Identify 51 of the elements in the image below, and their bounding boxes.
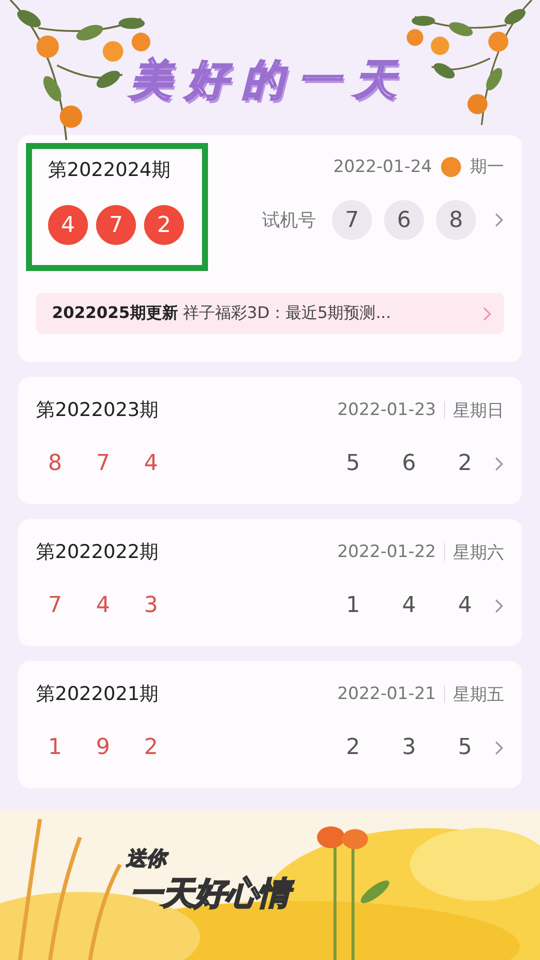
- trial-number: 2: [457, 451, 473, 476]
- winning-number: 4: [95, 593, 111, 618]
- winning-ball: 7: [96, 205, 136, 245]
- trial-number: 4: [401, 593, 417, 618]
- chevron-icon: [494, 212, 504, 228]
- weekday: 星期日: [453, 400, 504, 422]
- draw-card[interactable]: 第2022021期 2022-01-21 星期五 1 9 2 2 3 5: [18, 661, 522, 788]
- notice-text: 2022025期更新 祥子福彩3D：最近5期预测...: [52, 303, 391, 324]
- weekday: 星期五: [453, 684, 504, 706]
- winning-number: 3: [143, 593, 159, 618]
- issue-number: 第2022021期: [36, 682, 159, 707]
- weekday: 期一: [470, 156, 504, 178]
- trial-number: 6: [401, 451, 417, 476]
- draw-date: 2022-01-23: [337, 400, 436, 420]
- winning-ball: 2: [144, 205, 184, 245]
- trial-number: 5: [457, 735, 473, 760]
- draw-card[interactable]: 第2022022期 2022-01-22 星期六 7 4 3 1 4 4: [18, 519, 522, 646]
- winning-number: 8: [47, 451, 63, 476]
- trial-number: 5: [345, 451, 361, 476]
- issue-number: 第2022024期: [48, 158, 172, 183]
- winning-number: 7: [95, 451, 111, 476]
- draw-card[interactable]: 第2022024期 4 7 2 2022-01-24 期一 试机号 7 6 8 2022025期更新 祥子福彩3D：最近5期预测...: [18, 135, 522, 362]
- trial-number: 2: [345, 735, 361, 760]
- draw-card[interactable]: 第2022023期 2022-01-23 星期日 8 7 4 5 6 2: [18, 377, 522, 504]
- issue-number: 第2022022期: [36, 540, 159, 565]
- chevron-icon: [482, 306, 492, 322]
- trial-ball: 8: [436, 200, 476, 240]
- trial-number: 1: [345, 593, 361, 618]
- winning-number: 1: [47, 735, 63, 760]
- chevron-icon: [494, 598, 504, 614]
- draw-date: 2022-01-21: [337, 684, 436, 704]
- trial-label: 试机号: [262, 209, 316, 232]
- winning-number: 4: [143, 451, 159, 476]
- header-title: 美好的一天: [130, 54, 410, 106]
- winning-number: 7: [47, 593, 63, 618]
- trial-ball: 7: [332, 200, 372, 240]
- weekday: 星期六: [453, 542, 504, 564]
- fruit-icon: [440, 156, 462, 178]
- winning-number: 9: [95, 735, 111, 760]
- chevron-icon: [494, 740, 504, 756]
- winning-number: 2: [143, 735, 159, 760]
- trial-ball: 6: [384, 200, 424, 240]
- draw-date: 2022-01-24: [333, 156, 432, 176]
- overlay-caption: 送你: [126, 845, 290, 872]
- winning-ball: 4: [48, 205, 88, 245]
- trial-number: 4: [457, 593, 473, 618]
- draw-date: 2022-01-22: [337, 542, 436, 562]
- issue-number: 第2022023期: [36, 398, 159, 423]
- update-notice[interactable]: 2022025期更新 祥子福彩3D：最近5期预测...: [36, 293, 504, 334]
- trial-number: 3: [401, 735, 417, 760]
- chevron-icon: [494, 456, 504, 472]
